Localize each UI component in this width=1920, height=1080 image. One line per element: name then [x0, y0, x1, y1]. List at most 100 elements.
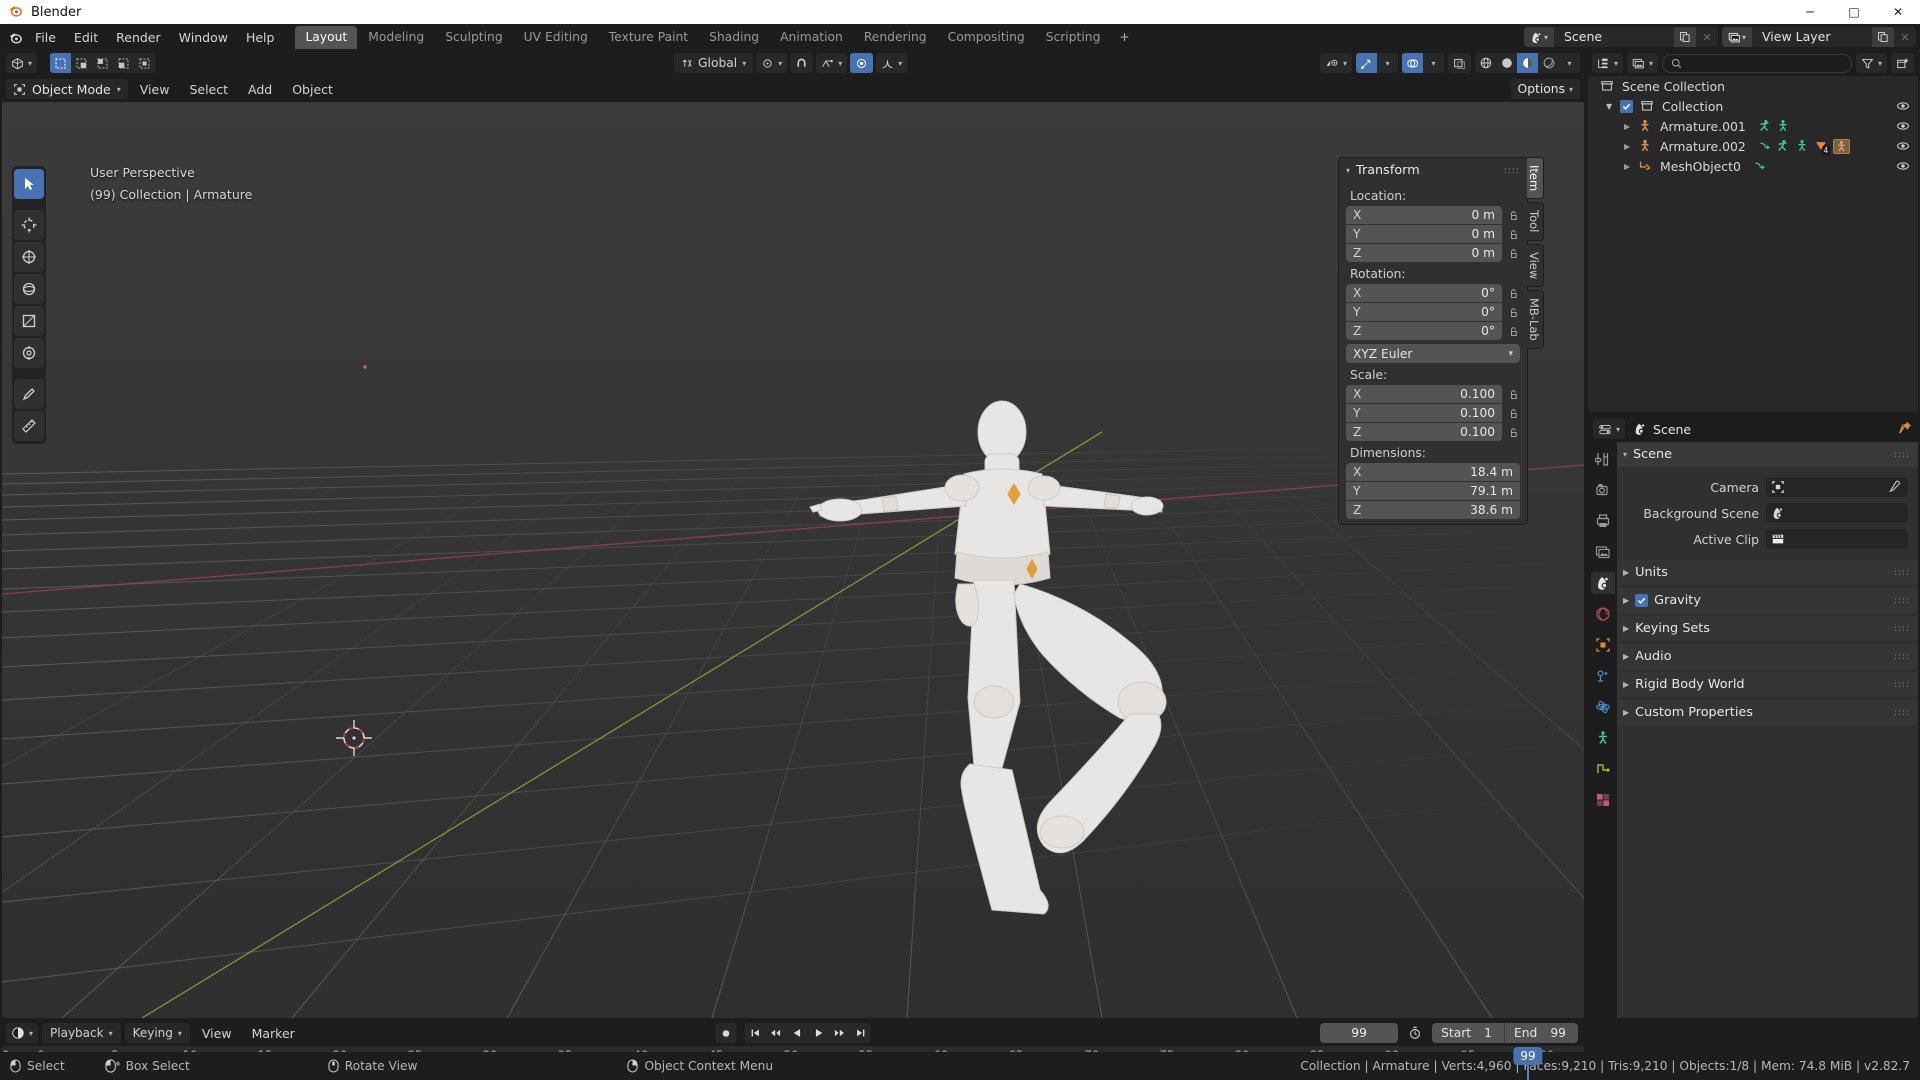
chevron-right-icon[interactable]: ▶ [1623, 624, 1629, 633]
rotation-y-field[interactable]: Y 0° [1346, 303, 1502, 321]
tool-annotate[interactable] [14, 379, 44, 409]
view-layer-selector[interactable]: ▾ View Layer ✕ [1722, 27, 1916, 47]
chevron-right-icon[interactable]: ▶ [1623, 568, 1629, 577]
viewport-menu-select[interactable]: Select [181, 80, 236, 99]
play-icon[interactable] [808, 1023, 829, 1043]
menu-file[interactable]: File [26, 27, 65, 48]
scene-panel-header[interactable]: ▾ Scene :::: [1617, 442, 1918, 467]
chevron-right-icon[interactable]: ▶ [1623, 596, 1629, 605]
new-scene-button[interactable] [1674, 27, 1696, 47]
tab-texture-paint[interactable]: Texture Paint [599, 26, 698, 49]
minimize-button[interactable]: ─ [1788, 0, 1832, 24]
outliner-filter-icon[interactable]: ▾ [1855, 53, 1887, 73]
show-gizmo-icon[interactable] [1356, 53, 1377, 73]
gizmo-group[interactable]: ▾ [1356, 53, 1398, 73]
outliner-display-mode-selector[interactable]: ▾ [1627, 53, 1659, 73]
shading-rendered-icon[interactable] [1538, 53, 1559, 73]
outliner-row-scene-collection[interactable]: Scene Collection [1588, 76, 1918, 96]
tab-animation[interactable]: Animation [770, 26, 853, 49]
lock-location-x-icon[interactable] [1507, 210, 1520, 221]
dimensions-y-field[interactable]: Y 79.1 m [1346, 482, 1520, 500]
outliner-editor-type-selector[interactable]: ▾ [1592, 53, 1624, 73]
next-keyframe-icon[interactable] [829, 1023, 850, 1043]
viewport-menu-add[interactable]: Add [240, 80, 280, 99]
shading-mode-group[interactable]: ▾ [1475, 53, 1580, 73]
location-y-field[interactable]: Y 0 m [1346, 225, 1502, 243]
select-invert-icon[interactable] [113, 53, 134, 73]
auto-key-icon[interactable] [1403, 1023, 1427, 1043]
editor-type-selector[interactable]: ▾ [6, 53, 38, 73]
eyedropper-icon[interactable] [1885, 480, 1903, 494]
select-mode-group[interactable] [50, 53, 156, 73]
custom-properties-section-header[interactable]: ▶ Custom Properties :::: [1617, 700, 1918, 725]
rotation-z-field[interactable]: Z 0° [1346, 322, 1502, 340]
shading-settings-chevron-down-icon[interactable]: ▾ [1559, 53, 1580, 73]
tab-modeling[interactable]: Modeling [358, 26, 434, 49]
view-layer-name-field[interactable]: View Layer [1752, 27, 1872, 47]
menu-edit[interactable]: Edit [65, 27, 107, 48]
background-scene-field[interactable] [1766, 503, 1908, 523]
viewport-canvas[interactable]: User Perspective (99) Collection | Armat… [2, 102, 1584, 1018]
gravity-checkbox[interactable] [1635, 594, 1649, 607]
unlink-scene-button[interactable]: ✕ [1696, 27, 1718, 47]
playhead-line[interactable] [1527, 1066, 1529, 1080]
close-button[interactable]: ✕ [1876, 0, 1920, 24]
gizmo-settings-chevron-down-icon[interactable]: ▾ [1377, 53, 1398, 73]
location-x-field[interactable]: X 0 m [1346, 206, 1502, 224]
timeline-menu-playback[interactable]: Playback ▾ [42, 1023, 121, 1043]
hide-in-viewport-eye-icon[interactable] [1896, 159, 1910, 173]
camera-field[interactable] [1766, 477, 1908, 497]
npanel-tab-item[interactable]: Item [1527, 157, 1544, 200]
add-workspace-button[interactable]: + [1111, 26, 1137, 49]
shading-wireframe-icon[interactable] [1475, 53, 1496, 73]
tool-transform[interactable] [14, 338, 44, 368]
prev-keyframe-icon[interactable] [766, 1023, 787, 1043]
hide-in-viewport-eye-icon[interactable] [1896, 139, 1910, 153]
outliner-row-meshobject0[interactable]: ▶ MeshObject0 [1588, 156, 1918, 176]
npanel-tab-tool[interactable]: Tool [1527, 202, 1544, 241]
current-frame-field[interactable]: 99 [1320, 1023, 1399, 1043]
lock-rotation-z-icon[interactable] [1507, 326, 1520, 337]
play-reverse-icon[interactable] [787, 1023, 808, 1043]
lock-scale-y-icon[interactable] [1507, 408, 1520, 419]
mode-selector[interactable]: Object Mode ▾ [6, 79, 128, 99]
shading-material-preview-icon[interactable] [1517, 53, 1538, 73]
properties-tab-material[interactable] [1591, 789, 1615, 811]
rotation-mode-selector[interactable]: XYZ Euler ▾ [1346, 344, 1520, 363]
outliner-row-armature-002[interactable]: ▶ Armature.002 4 [1588, 136, 1918, 156]
view-layer-icon[interactable]: ▾ [1722, 27, 1752, 47]
disclosure-triangle-down-icon[interactable]: ▼ [1606, 102, 1620, 111]
gravity-section-header[interactable]: ▶ Gravity :::: [1617, 588, 1918, 613]
lock-scale-x-icon[interactable] [1507, 389, 1520, 400]
timeline-editor-type-selector[interactable]: ▾ [6, 1023, 39, 1043]
hide-in-viewport-eye-icon[interactable] [1896, 99, 1910, 113]
properties-tab-data[interactable] [1591, 758, 1615, 780]
location-z-field[interactable]: Z 0 m [1346, 244, 1502, 262]
tool-scale[interactable] [14, 306, 44, 336]
properties-tab-tool[interactable] [1591, 448, 1615, 470]
tab-shading[interactable]: Shading [699, 26, 769, 49]
outliner-row-collection[interactable]: ▼ Collection [1588, 96, 1918, 116]
show-overlays-icon[interactable] [1402, 53, 1423, 73]
chevron-right-icon[interactable]: ▶ [1623, 680, 1629, 689]
pivot-point-selector[interactable]: ▾ [756, 53, 788, 73]
start-frame-value[interactable]: 1 [1480, 1023, 1504, 1043]
properties-tab-view-layer[interactable] [1591, 541, 1615, 563]
rotation-x-field[interactable]: X 0° [1346, 284, 1502, 302]
chevron-right-icon[interactable]: ▶ [1623, 708, 1629, 717]
tab-layout[interactable]: Layout [295, 25, 358, 49]
viewport-menu-view[interactable]: View [132, 80, 178, 99]
new-collection-icon[interactable] [1891, 53, 1914, 73]
hide-in-viewport-eye-icon[interactable] [1896, 119, 1910, 133]
lock-scale-z-icon[interactable] [1507, 427, 1520, 438]
menu-window[interactable]: Window [170, 27, 237, 48]
frame-range-fields[interactable]: Start 1 End 99 [1432, 1023, 1578, 1043]
scale-z-field[interactable]: Z 0.100 [1346, 423, 1502, 441]
outliner-search-input[interactable] [1662, 53, 1852, 73]
jump-end-icon[interactable] [850, 1023, 871, 1043]
disclosure-triangle-right-icon[interactable]: ▶ [1624, 162, 1638, 171]
viewport-menu-object[interactable]: Object [284, 80, 341, 99]
shading-solid-icon[interactable] [1496, 53, 1517, 73]
overlay-group[interactable]: ▾ [1402, 53, 1444, 73]
properties-tab-constraint[interactable] [1591, 727, 1615, 749]
